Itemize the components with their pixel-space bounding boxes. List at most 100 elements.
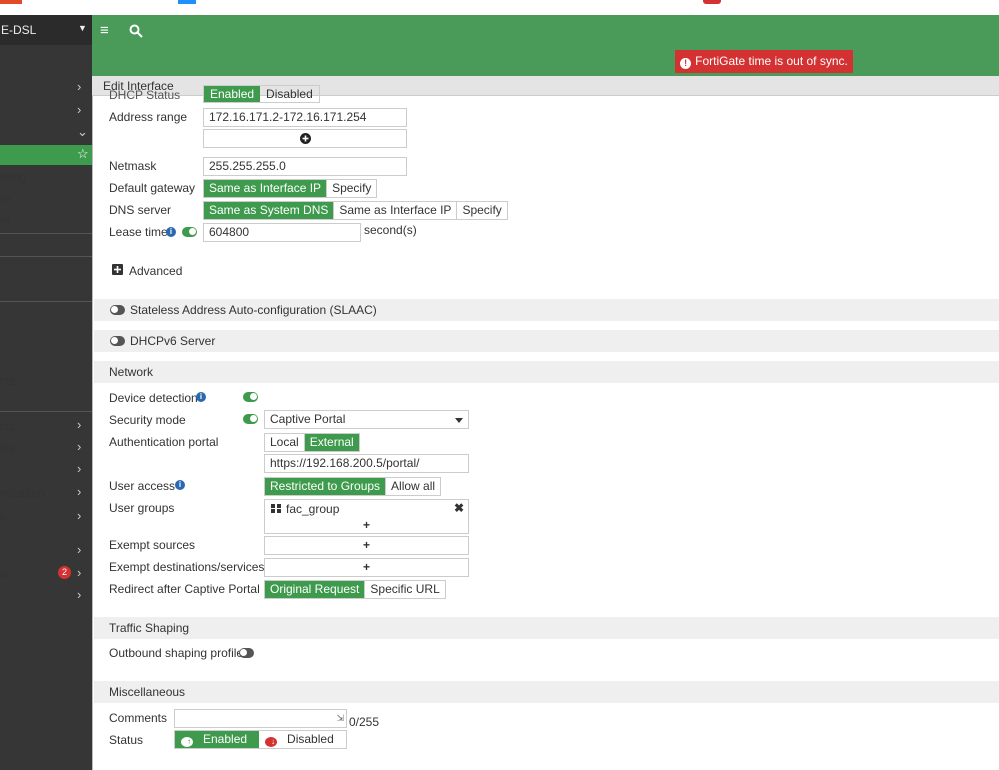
portal-url-field[interactable]: https://192.168.200.5/portal/ <box>264 454 469 473</box>
top-bar: ≡ ! FortiGate time is out of sync. <box>92 15 999 76</box>
dhcpv6-label: DHCPv6 Server <box>130 334 216 348</box>
sidebar-item-n[interactable]: n › <box>0 507 92 527</box>
sidebar-item-2[interactable]: › <box>0 101 92 121</box>
sidebar-divider <box>0 233 92 234</box>
security-mode-toggle[interactable] <box>243 414 258 424</box>
sidebar-item-objects[interactable]: cts <box>0 371 92 391</box>
user-groups-field[interactable]: fac_group ✖ + <box>264 499 469 534</box>
chevron-right-icon: › <box>77 102 82 117</box>
remove-icon[interactable]: ✖ <box>454 500 464 517</box>
chevron-right-icon: › <box>77 565 82 580</box>
auth-portal-external[interactable]: External <box>304 434 359 451</box>
sidebar-item-network[interactable]: ⌄ <box>0 123 92 143</box>
user-groups-label: User groups <box>109 501 175 515</box>
sidebar-item-profiles[interactable]: les › <box>0 438 92 458</box>
sidebar-item-authentication[interactable]: ntication › <box>0 483 92 503</box>
sidebar-item-blank[interactable]: › <box>0 541 92 561</box>
time-sync-alert[interactable]: ! FortiGate time is out of sync. <box>675 50 853 73</box>
info-icon[interactable]: i <box>196 392 206 402</box>
default-gateway-label: Default gateway <box>109 181 196 195</box>
dhcpv6-section: DHCPv6 Server <box>94 330 999 352</box>
dhcp-status-toggle[interactable]: Enabled Disabled <box>203 85 320 103</box>
auth-portal-local[interactable]: Local <box>265 434 305 451</box>
sidebar-item-last[interactable]: › <box>0 586 92 606</box>
redirect-selector[interactable]: Original Request Specific URL <box>264 580 446 599</box>
dns-server-selector[interactable]: Same as System DNS Same as Interface IP … <box>203 201 508 220</box>
status-disabled-option[interactable]: ↓ Disabled <box>259 731 346 748</box>
user-access-selector[interactable]: Restricted to Groups Allow all <box>264 477 442 496</box>
add-user-group-button[interactable]: + <box>265 517 468 534</box>
sidebar-item-objects-2[interactable]: cts › <box>0 416 92 436</box>
sidebar-item-rs[interactable]: rs <box>0 211 92 231</box>
user-group-item: fac_group <box>286 502 340 516</box>
chevron-right-icon: › <box>77 508 82 523</box>
traffic-shaping-section: Traffic Shaping <box>94 617 999 639</box>
dropdown-arrow-icon <box>455 418 463 423</box>
address-range-label: Address range <box>109 110 188 124</box>
device-detection-toggle[interactable] <box>243 392 258 402</box>
slaac-toggle[interactable] <box>110 305 125 315</box>
dhcp-disabled-option[interactable]: Disabled <box>260 86 319 102</box>
outbound-shaping-label: Outbound shaping profile <box>109 646 244 660</box>
chevron-right-icon: › <box>77 417 82 432</box>
info-icon[interactable]: i <box>175 480 185 490</box>
dns-same-as-interface[interactable]: Same as Interface IP <box>334 202 458 219</box>
exempt-destinations-field[interactable]: + <box>264 558 469 577</box>
gateway-same-as-interface[interactable]: Same as Interface IP <box>204 180 328 197</box>
lease-time-field[interactable]: 604800 <box>203 223 361 242</box>
auth-portal-selector[interactable]: Local External <box>264 433 360 452</box>
expand-plus-icon[interactable] <box>112 264 123 275</box>
exempt-sources-label: Exempt sources <box>109 538 196 552</box>
gateway-specify[interactable]: Specify <box>327 180 377 197</box>
lease-time-label: Lease time <box>109 225 168 239</box>
exempt-sources-field[interactable]: + <box>264 536 469 555</box>
status-toggle[interactable]: ↑ Enabled ↓ Disabled <box>174 730 347 749</box>
device-selector[interactable]: E-DSL ▼ <box>0 15 92 45</box>
security-mode-select[interactable]: Captive Portal <box>264 410 469 429</box>
add-address-range-button[interactable] <box>203 129 407 148</box>
dhcpv6-toggle[interactable] <box>110 336 125 346</box>
dns-specify[interactable]: Specify <box>457 202 507 219</box>
sidebar-item-vpn[interactable]: › <box>0 460 92 480</box>
sidebar-item-1[interactable]: › <box>0 78 92 98</box>
group-icon <box>271 504 281 513</box>
lease-time-toggle[interactable] <box>182 227 197 237</box>
edit-interface-form: DHCP Status Enabled Disabled Address ran… <box>92 85 999 770</box>
redirect-original-request[interactable]: Original Request <box>265 581 366 598</box>
sidebar-item-routing[interactable]: nting <box>0 167 92 187</box>
sidebar-item-rre[interactable]: re <box>0 189 92 209</box>
security-mode-value: Captive Portal <box>270 412 346 426</box>
resize-handle-icon[interactable]: ⇲ <box>336 710 344 727</box>
comments-field[interactable]: ⇲ <box>174 709 347 728</box>
redirect-label: Redirect after Captive Portal <box>109 582 260 596</box>
user-access-restricted[interactable]: Restricted to Groups <box>265 478 387 495</box>
add-exempt-destination-button[interactable]: + <box>265 559 468 576</box>
dhcp-status-label: DHCP Status <box>109 88 181 102</box>
star-icon[interactable]: ☆ <box>77 146 89 162</box>
address-range-field[interactable]: 172.16.171.2-172.16.171.254 <box>203 108 407 127</box>
redirect-specific-url[interactable]: Specific URL <box>365 581 445 598</box>
user-access-label: User access <box>109 479 176 493</box>
dhcp-enabled-option[interactable]: Enabled <box>204 86 261 102</box>
netmask-field[interactable]: 255.255.255.0 <box>203 157 407 176</box>
status-label: Status <box>109 733 144 747</box>
plus-circle-icon <box>300 133 311 144</box>
sidebar-divider <box>0 256 92 257</box>
add-exempt-source-button[interactable]: + <box>265 537 468 554</box>
status-enabled-option[interactable]: ↑ Enabled <box>175 731 260 748</box>
sidebar-item-traffic[interactable]: ic 2 › <box>0 564 92 584</box>
hamburger-menu-icon[interactable]: ≡ <box>100 23 114 38</box>
chevron-right-icon: › <box>77 79 82 94</box>
outbound-shaping-toggle[interactable] <box>239 648 254 658</box>
dns-same-as-system[interactable]: Same as System DNS <box>204 202 335 219</box>
user-access-allow-all[interactable]: Allow all <box>386 478 441 495</box>
advanced-toggle[interactable]: Advanced <box>129 264 182 278</box>
browser-tab-strip <box>0 0 999 15</box>
chevron-right-icon: › <box>77 587 82 602</box>
info-icon[interactable]: i <box>166 227 176 237</box>
netmask-label: Netmask <box>109 159 157 173</box>
default-gateway-selector[interactable]: Same as Interface IP Specify <box>203 179 378 198</box>
sidebar-item-interfaces[interactable]: ☆ <box>0 145 92 165</box>
comments-label: Comments <box>109 711 168 725</box>
search-icon[interactable] <box>129 24 143 38</box>
